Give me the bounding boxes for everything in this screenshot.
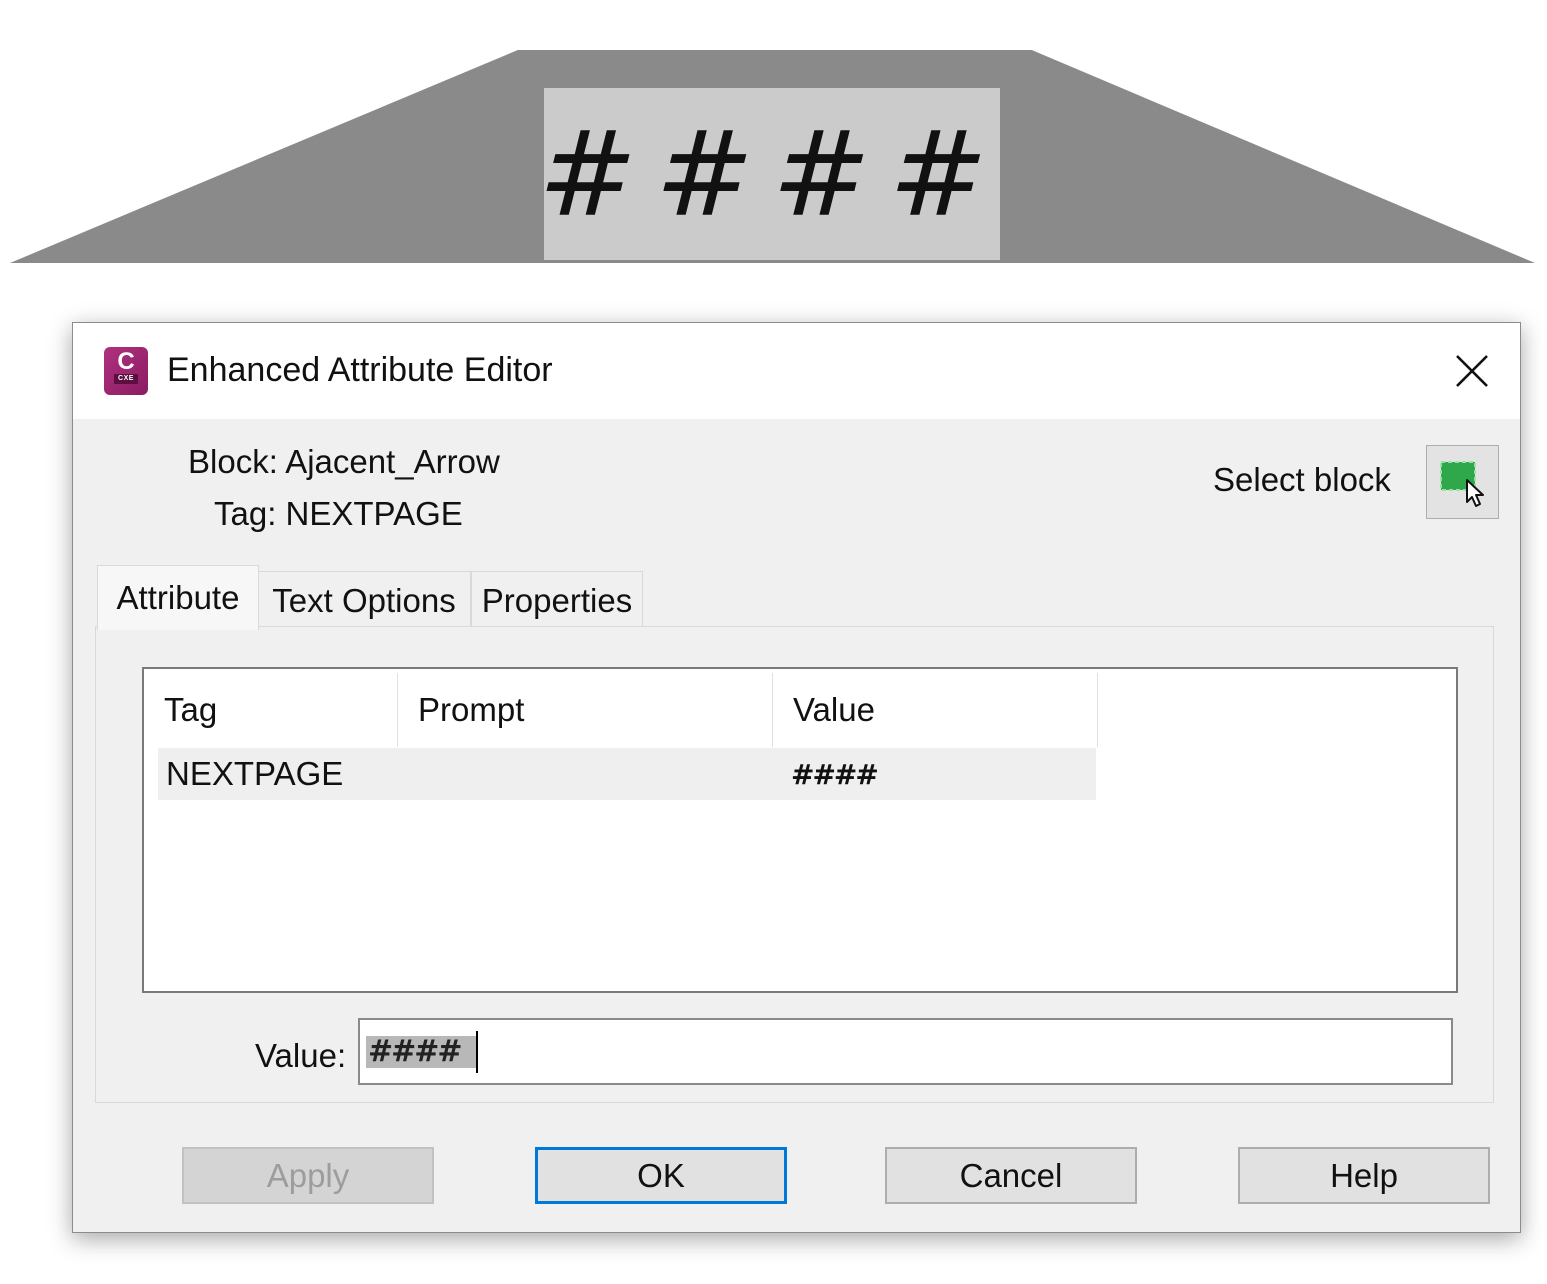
select-block-button[interactable] <box>1426 445 1499 519</box>
ok-button[interactable]: OK <box>535 1147 787 1204</box>
text-caret <box>476 1031 478 1073</box>
block-name-label: Block: Ajacent_Arrow <box>188 443 500 480</box>
close-button[interactable] <box>1444 343 1500 399</box>
attribute-display-text: #### <box>538 88 1000 260</box>
value-input-text: #### <box>368 1034 463 1069</box>
tab-attribute[interactable]: Attribute <box>97 565 259 630</box>
app-icon: C CXE <box>104 347 148 395</box>
tab-text-options[interactable]: Text Options <box>257 571 471 630</box>
tab-properties[interactable]: Properties <box>471 571 643 630</box>
apply-button[interactable]: Apply <box>182 1147 434 1204</box>
app-icon-letter: C <box>117 348 135 375</box>
app-icon-sub: CXE <box>114 374 138 384</box>
value-field-label: Value: <box>255 1037 347 1074</box>
select-block-label: Select block <box>1213 461 1391 498</box>
enhanced-attribute-editor-dialog: C CXE Enhanced Attribute Editor Block: A… <box>72 322 1521 1233</box>
help-button[interactable]: Help <box>1238 1147 1490 1204</box>
attribute-list[interactable]: Tag Prompt Value NEXTPAGE #### <box>142 667 1458 993</box>
row-value-cell: #### <box>791 757 879 791</box>
column-header-value[interactable]: Value <box>773 673 1097 747</box>
title-bar: C CXE Enhanced Attribute Editor <box>73 323 1520 419</box>
column-header-tag[interactable]: Tag <box>144 673 397 747</box>
cancel-button[interactable]: Cancel <box>885 1147 1137 1204</box>
table-row[interactable]: NEXTPAGE #### <box>158 748 1096 800</box>
column-separator <box>1097 673 1098 747</box>
close-icon <box>1456 355 1488 387</box>
select-block-icon <box>1439 461 1484 507</box>
tag-name-label: Tag: NEXTPAGE <box>214 495 463 532</box>
attribute-tab-panel: Tag Prompt Value NEXTPAGE #### Value: ##… <box>95 626 1494 1103</box>
row-tag-cell: NEXTPAGE <box>166 755 344 792</box>
dialog-title: Enhanced Attribute Editor <box>167 351 553 389</box>
column-header-prompt[interactable]: Prompt <box>398 673 772 747</box>
value-input[interactable] <box>358 1018 1453 1085</box>
